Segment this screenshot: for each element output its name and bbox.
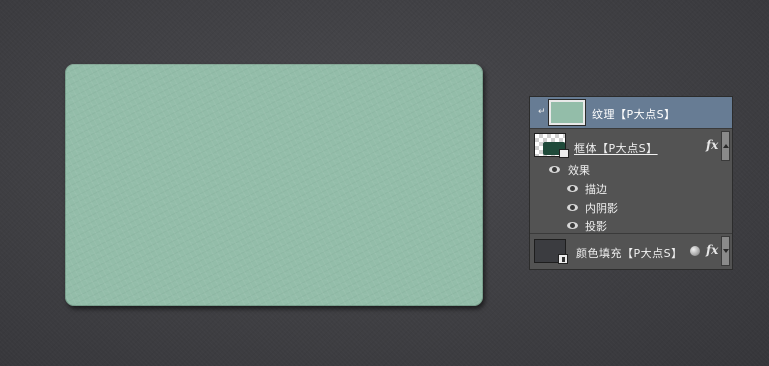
layer-name[interactable]: 颜色填充【P大点S】 — [576, 245, 683, 261]
layer-frame[interactable]: 框体【P大点S】 fx 效果 描边 内阴影 投影 — [530, 129, 732, 234]
card-inner-shadow — [65, 64, 483, 306]
layer-name[interactable]: 纹理【P大点S】 — [592, 106, 676, 122]
effect-item-drop-shadow[interactable]: 投影 — [530, 217, 720, 235]
eye-icon[interactable] — [567, 204, 578, 211]
effects-header[interactable]: 效果 — [530, 161, 720, 179]
clipping-mask-icon: ↵ — [538, 107, 546, 117]
effects-collapse-toggle-up[interactable] — [721, 131, 730, 161]
layer-texture[interactable]: ↵ 纹理【P大点S】 — [530, 97, 732, 129]
effects-header-label: 效果 — [568, 164, 590, 177]
shape-layer-badge-icon — [559, 149, 569, 158]
eye-icon[interactable] — [549, 166, 560, 173]
layer-style-indicator-icon — [690, 246, 700, 256]
layer-effects-fx-icon[interactable]: fx — [706, 138, 718, 152]
layer-thumbnail[interactable] — [534, 133, 569, 158]
layers-panel: ↵ 纹理【P大点S】 框体【P大点S】 fx 效果 描边 内阴影 投影 颜色填充… — [529, 96, 733, 270]
layer-thumbnail[interactable] — [548, 99, 586, 126]
effect-name: 描边 — [585, 183, 607, 196]
layer-thumbnail[interactable] — [534, 239, 568, 264]
layer-color-fill[interactable]: 颜色填充【P大点S】 fx — [530, 234, 732, 269]
effect-name: 投影 — [585, 220, 607, 233]
effect-item-stroke[interactable]: 描边 — [530, 180, 720, 198]
layer-name[interactable]: 框体【P大点S】 — [574, 140, 658, 156]
effects-expand-toggle-down[interactable] — [721, 236, 730, 266]
layer-effects-fx-icon[interactable]: fx — [706, 243, 718, 257]
fill-layer-badge-icon — [558, 254, 568, 264]
eye-icon[interactable] — [567, 185, 578, 192]
effect-item-inner-shadow[interactable]: 内阴影 — [530, 199, 720, 217]
textured-card-preview — [65, 64, 483, 306]
effect-name: 内阴影 — [585, 202, 618, 215]
eye-icon[interactable] — [567, 222, 578, 229]
